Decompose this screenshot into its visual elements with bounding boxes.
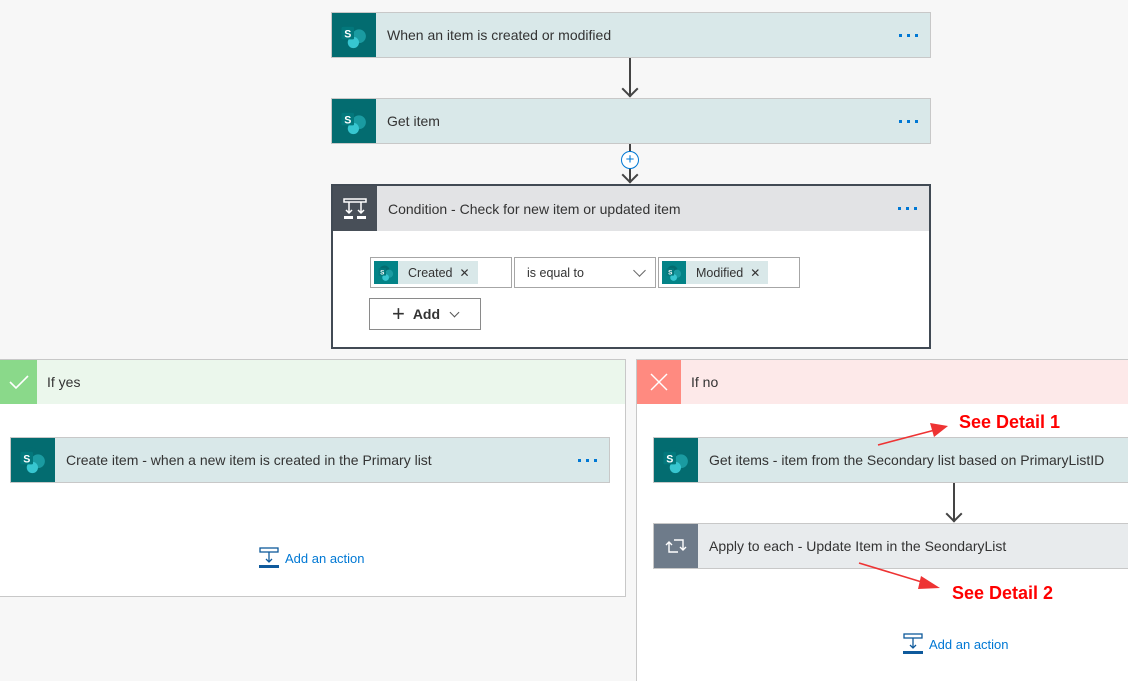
trigger-card[interactable]: When an item is created or modified <box>331 12 931 58</box>
sharepoint-icon <box>374 261 398 284</box>
add-action-icon <box>903 633 923 654</box>
ellipsis-icon <box>898 119 918 123</box>
add-an-action-label: Add an action <box>929 636 1009 652</box>
if-yes-header[interactable]: If yes <box>0 360 625 404</box>
condition-card: Condition - Check for new item or update… <box>331 184 931 349</box>
add-action-icon <box>259 547 279 568</box>
if-no-header[interactable]: If no <box>637 360 1128 404</box>
action-card[interactable]: Get items - item from the Secondary list… <box>653 437 1128 483</box>
more-options-button[interactable] <box>565 438 609 482</box>
checkmark-icon <box>0 360 37 404</box>
action-title: Apply to each - Update Item in the Seond… <box>709 538 1007 554</box>
chevron-down-icon <box>633 264 646 277</box>
add-condition-button[interactable]: + Add <box>369 298 481 330</box>
remove-token-icon[interactable]: ✕ <box>750 266 760 280</box>
action-title: Get items - item from the Secondary list… <box>709 452 1105 468</box>
chevron-down-icon <box>449 307 460 317</box>
get-item-card[interactable]: Get item <box>331 98 931 144</box>
sharepoint-icon <box>332 13 376 57</box>
more-options-button[interactable] <box>885 186 929 231</box>
condition-icon <box>333 186 377 231</box>
if-yes-label: If yes <box>47 374 81 390</box>
ellipsis-icon <box>577 458 597 462</box>
sharepoint-icon <box>654 438 698 482</box>
if-yes-branch: If yes Create item - when a new item is … <box>0 359 626 597</box>
add-label: Add <box>412 306 441 322</box>
more-options-button[interactable] <box>886 13 930 57</box>
arrow-down-icon <box>621 80 639 98</box>
ellipsis-icon <box>897 207 917 210</box>
arrow-down-icon <box>621 166 639 184</box>
right-operand-field[interactable]: Modified ✕ <box>658 257 800 288</box>
trigger-title: When an item is created or modified <box>387 27 612 43</box>
annotation-see-detail-1: See Detail 1 <box>959 412 1061 432</box>
plus-icon: + <box>391 301 405 326</box>
get-item-title: Get item <box>387 113 440 129</box>
more-options-button[interactable] <box>886 99 930 143</box>
annotation-see-detail-2: See Detail 2 <box>952 583 1054 603</box>
sharepoint-icon <box>11 438 55 482</box>
close-icon <box>637 360 681 404</box>
condition-title: Condition - Check for new item or update… <box>388 200 681 217</box>
plus-icon: + <box>625 151 635 168</box>
add-an-action-button[interactable]: Add an action <box>903 633 1009 655</box>
left-operand-field[interactable]: Created ✕ <box>370 257 512 288</box>
created-token: Created ✕ <box>374 261 478 284</box>
operator-value: is equal to <box>527 265 584 280</box>
remove-token-icon[interactable]: ✕ <box>459 266 469 280</box>
action-title: Create item - when a new item is created… <box>66 452 432 468</box>
loop-icon <box>654 524 698 568</box>
add-an-action-label: Add an action <box>285 550 365 566</box>
sharepoint-icon <box>662 261 686 284</box>
sharepoint-icon <box>332 99 376 143</box>
operator-dropdown[interactable]: is equal to <box>514 257 656 288</box>
token-label: Created <box>408 265 453 280</box>
action-card[interactable]: Create item - when a new item is created… <box>10 437 610 483</box>
arrow-down-icon <box>945 505 963 523</box>
add-an-action-button[interactable]: Add an action <box>259 547 365 569</box>
ellipsis-icon <box>898 33 918 37</box>
token-label: Modified <box>696 265 744 280</box>
condition-header[interactable]: Condition - Check for new item or update… <box>333 186 929 231</box>
if-no-branch: If no Get items - item from the Secondar… <box>636 359 1128 681</box>
modified-token: Modified ✕ <box>662 261 769 284</box>
if-no-label: If no <box>691 374 719 390</box>
apply-to-each-card[interactable]: Apply to each - Update Item in the Seond… <box>653 523 1128 569</box>
